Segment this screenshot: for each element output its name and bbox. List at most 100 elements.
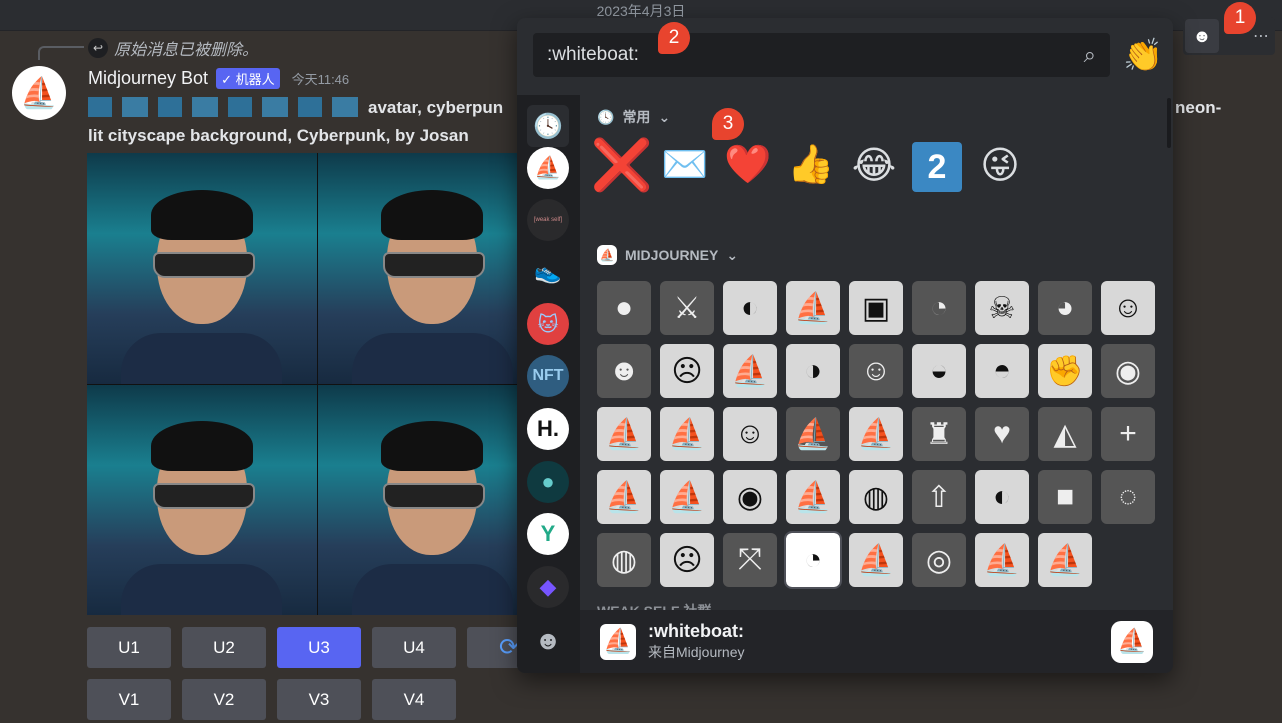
u2-button[interactable]: U2 <box>182 627 266 668</box>
emoji-search-input[interactable]: :whiteboat: ⌕ <box>533 33 1110 77</box>
custom-emoji[interactable]: ☹ <box>660 533 714 587</box>
image-4[interactable] <box>317 384 547 615</box>
add-reaction-icon[interactable]: ☻ <box>1185 19 1219 53</box>
custom-emoji[interactable]: ⛵ <box>660 470 714 524</box>
custom-emoji[interactable]: ☺ <box>723 407 777 461</box>
annotation-badge-3: 3 <box>712 108 744 140</box>
u1-button[interactable]: U1 <box>87 627 171 668</box>
custom-emoji[interactable]: ⤧ <box>723 533 777 587</box>
custom-emoji[interactable]: ◔ <box>784 531 842 589</box>
preview-source: 来自Midjourney <box>648 644 745 660</box>
custom-emoji[interactable]: ☻ <box>597 344 651 398</box>
custom-emoji[interactable]: ⛵ <box>723 344 777 398</box>
custom-emoji[interactable]: ⛵ <box>975 533 1029 587</box>
custom-emoji[interactable]: ⛵ <box>849 533 903 587</box>
custom-emoji[interactable]: ♥ <box>975 407 1029 461</box>
paw-server-icon[interactable]: ● <box>527 461 569 503</box>
reply-icon: ↩ <box>88 38 108 58</box>
midjourney-server-icon[interactable]: ⛵ <box>527 147 569 189</box>
scrollbar[interactable] <box>1167 98 1171 148</box>
search-icon[interactable]: ⌕ <box>1084 42 1096 68</box>
emoji-joy[interactable]: 😂 <box>846 137 902 193</box>
custom-emoji[interactable]: ⛵ <box>849 407 903 461</box>
y-server-icon[interactable]: Y <box>527 513 569 555</box>
custom-emoji[interactable]: ⛵ <box>597 407 651 461</box>
h-server-icon[interactable]: H. <box>527 408 569 450</box>
custom-emoji[interactable]: ✊ <box>1038 344 1092 398</box>
custom-emoji[interactable]: ☺ <box>849 344 903 398</box>
v4-button[interactable]: V4 <box>372 679 456 720</box>
nft-server-icon[interactable]: NFT <box>527 355 569 397</box>
shoe-server-icon[interactable]: 👟 <box>527 251 569 293</box>
custom-emoji[interactable]: ⛵ <box>786 407 840 461</box>
custom-emoji[interactable]: + <box>1101 407 1155 461</box>
emoji-heart[interactable]: ❤️ <box>720 137 776 193</box>
emoji-list: 🕓 常用 ⌄ ❌ ✉️ ❤️ 👍 😂 2 😜 ⛵ MIDJOURNEY ⌄ ● ⚔ ◐ ⛵ ▣ ◔… <box>580 95 1173 610</box>
chevron-down-icon: ⌄ <box>658 108 671 125</box>
section-midjourney[interactable]: ⛵ MIDJOURNEY ⌄ <box>597 245 738 265</box>
midjourney-server-icon[interactable]: ⛵ <box>1111 620 1153 663</box>
custom-emoji[interactable]: ■ <box>1038 470 1092 524</box>
custom-emoji[interactable]: ⛵ <box>786 470 840 524</box>
custom-emoji[interactable]: ◍ <box>849 470 903 524</box>
image-2[interactable] <box>317 153 547 384</box>
section-weak-self[interactable]: WEAK SELF 社群 <box>597 601 711 610</box>
custom-emoji[interactable]: ⚔ <box>660 281 714 335</box>
weak-self-server-icon[interactable]: [weak self] <box>527 199 569 241</box>
custom-emoji[interactable]: ⛵ <box>660 407 714 461</box>
author-name[interactable]: Midjourney Bot <box>88 68 208 89</box>
custom-emoji[interactable]: ◓ <box>975 344 1029 398</box>
custom-emoji[interactable]: ⇧ <box>912 470 966 524</box>
u3-button[interactable]: U3 <box>277 627 361 668</box>
emoji-x[interactable]: ❌ <box>591 137 653 193</box>
v1-button[interactable]: V1 <box>87 679 171 720</box>
image-grid[interactable] <box>87 153 547 615</box>
custom-emoji[interactable]: ⛵ <box>1038 533 1092 587</box>
clap-emoji-icon[interactable]: 👏 <box>1123 36 1163 74</box>
custom-emoji[interactable]: ◒ <box>912 344 966 398</box>
image-1[interactable] <box>87 153 317 384</box>
section-label: MIDJOURNEY <box>625 247 719 263</box>
custom-emoji[interactable]: ☺ <box>1101 281 1155 335</box>
u4-button[interactable]: U4 <box>372 627 456 668</box>
custom-emoji[interactable]: ◎ <box>912 533 966 587</box>
emoji-thumbsup[interactable]: 👍 <box>783 137 839 193</box>
custom-emoji[interactable]: ● <box>597 281 651 335</box>
custom-emoji[interactable]: ⛵ <box>597 470 651 524</box>
custom-emoji[interactable]: ▣ <box>849 281 903 335</box>
custom-emoji[interactable]: ◭ <box>1038 407 1092 461</box>
bot-badge: ✓ 机器人 <box>216 68 280 89</box>
smiley-category-icon[interactable]: ☻ <box>527 619 569 661</box>
more-icon[interactable]: ⋯ <box>1253 26 1269 46</box>
crystal-server-icon[interactable]: ◆ <box>527 566 569 608</box>
cat-server-icon[interactable]: 🐱 <box>527 303 569 345</box>
emoji-two[interactable]: 2 <box>912 142 962 192</box>
v3-button[interactable]: V3 <box>277 679 361 720</box>
emoji-envelope[interactable]: ✉️ <box>657 137 713 193</box>
custom-emoji[interactable]: ◍ <box>597 533 651 587</box>
custom-emoji[interactable]: ⛵ <box>786 281 840 335</box>
custom-emoji[interactable]: ◕ <box>1038 281 1092 335</box>
custom-emoji[interactable]: ◑ <box>786 344 840 398</box>
section-frequent[interactable]: 🕓 常用 ⌄ <box>597 107 670 127</box>
emoji-picker: :whiteboat: ⌕ 👏 🕓 ⛵ [weak self] 👟 🐱 NFT … <box>517 18 1173 673</box>
custom-emoji[interactable]: ♜ <box>912 407 966 461</box>
custom-emoji[interactable]: ◉ <box>723 470 777 524</box>
annotation-badge-2: 2 <box>658 22 690 54</box>
image-3[interactable] <box>87 384 317 615</box>
emoji-wink-tongue[interactable]: 😜 <box>972 137 1028 193</box>
redacted-text <box>88 97 368 117</box>
custom-emoji[interactable]: ◐ <box>723 281 777 335</box>
custom-emoji[interactable]: ☹ <box>660 344 714 398</box>
reply-reference[interactable]: ↩ 原始消息已被删除。 <box>88 36 258 60</box>
v2-button[interactable]: V2 <box>182 679 266 720</box>
custom-emoji[interactable]: ◐ <box>975 470 1029 524</box>
custom-emoji[interactable]: ◔ <box>912 281 966 335</box>
search-value: :whiteboat: <box>547 44 639 65</box>
clock-icon[interactable]: 🕓 <box>527 105 569 147</box>
avatar[interactable]: ⛵ <box>12 66 66 120</box>
clock-icon: 🕓 <box>597 108 615 125</box>
custom-emoji[interactable]: ◌ <box>1101 470 1155 524</box>
custom-emoji[interactable]: ☠ <box>975 281 1029 335</box>
custom-emoji[interactable]: ◉ <box>1101 344 1155 398</box>
